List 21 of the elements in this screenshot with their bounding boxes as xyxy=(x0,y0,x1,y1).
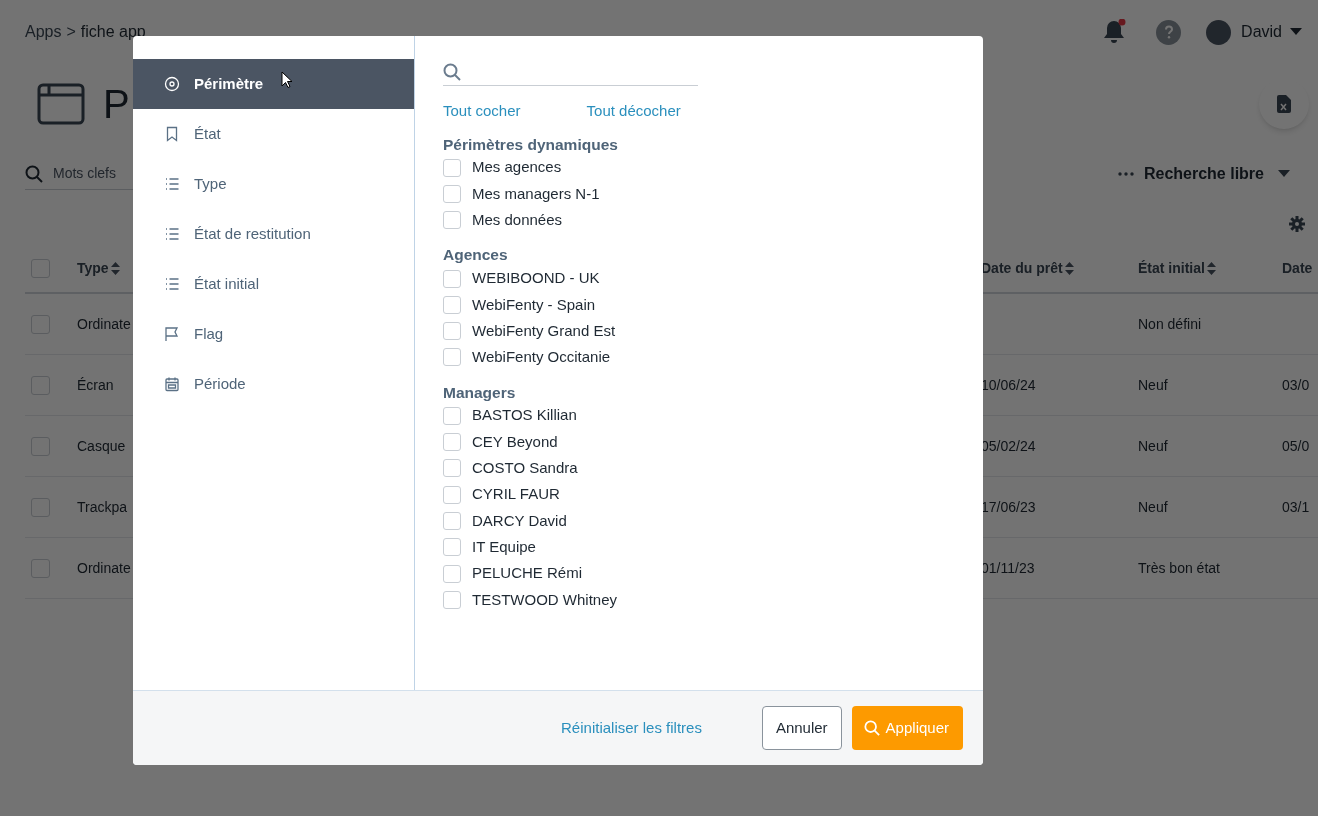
table-cell: 05/02/24 xyxy=(981,438,1036,454)
table-cell: 17/06/23 xyxy=(981,499,1036,515)
group-heading: Agences xyxy=(443,245,509,266)
table-cell: Neuf xyxy=(1138,438,1168,454)
table-cell: Écran xyxy=(77,377,114,393)
table-cell: Très bon état xyxy=(1138,560,1220,576)
table-cell: 03/0 xyxy=(1282,377,1310,393)
table-cell: Neuf xyxy=(1138,377,1168,393)
table-cell: 05/0 xyxy=(1282,438,1310,454)
table-cell: Casque xyxy=(77,438,126,454)
table-cell: Neuf xyxy=(1138,499,1168,515)
table-cell: Ordinate xyxy=(77,560,131,576)
page-title: P xyxy=(103,84,130,124)
table-cell: Trackpa xyxy=(77,499,128,515)
breadcrumb-separator: > xyxy=(66,22,76,42)
group-heading: Périmètres dynamiques xyxy=(443,134,619,155)
table-cell: 10/06/24 xyxy=(981,377,1036,393)
table-cell: Ordinate xyxy=(77,316,131,332)
table-cell: 03/1 xyxy=(1282,499,1310,515)
table-cell: Non défini xyxy=(1138,316,1202,332)
group-heading: Managers xyxy=(443,382,517,403)
